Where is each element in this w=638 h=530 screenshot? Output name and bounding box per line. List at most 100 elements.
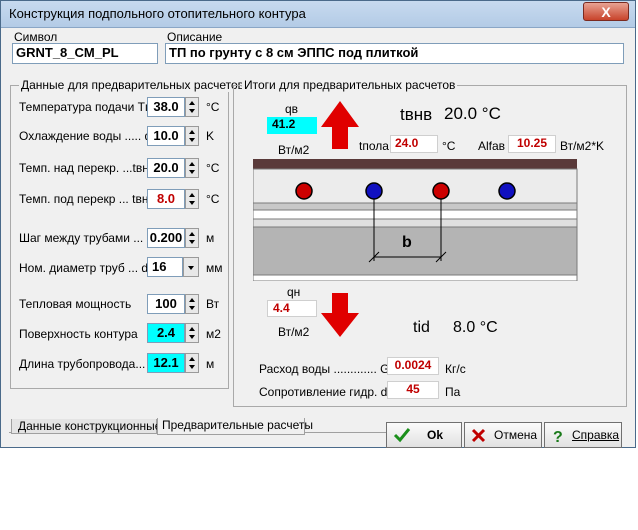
water-cooling-value[interactable]: 10.0 — [147, 126, 185, 146]
surface-unit: м2 — [206, 327, 221, 341]
spinner-arrows-icon[interactable] — [185, 228, 199, 248]
pipe-diameter-unit: мм — [206, 261, 223, 275]
heat-power-spinner[interactable]: 100 — [147, 294, 199, 314]
qv-value: 41.2 — [267, 117, 317, 134]
alfa-label: Alfaв — [478, 139, 506, 153]
tid-label: tid — [413, 319, 430, 336]
insulation-layer — [253, 226, 578, 276]
water-cooling-label: Охлаждение воды ..... dT — [19, 129, 159, 143]
ok-button[interactable]: Ok — [386, 422, 462, 448]
surface-label: Поверхность контура — [19, 327, 138, 341]
dialog-window: Конструкция подпольного отопительного ко… — [0, 0, 636, 448]
flow-unit: Кг/с — [445, 362, 466, 376]
pipe-return-icon — [498, 182, 516, 200]
pipe-length-label: Длина трубопровода... L — [19, 357, 156, 371]
help-icon: ? — [553, 429, 563, 445]
heat-down-arrow-icon — [321, 293, 359, 337]
resistance-unit: Па — [445, 385, 461, 399]
tpola-value: 24.0 — [390, 135, 438, 153]
supply-temp-spinner[interactable]: 38.0 — [147, 97, 199, 117]
spinner-arrows-icon[interactable] — [185, 294, 199, 314]
floor-section-diagram — [253, 159, 578, 281]
temp-below-spinner[interactable]: 8.0 — [147, 189, 199, 209]
supply-temp-unit: °C — [206, 100, 220, 114]
pipe-supply-icon — [432, 182, 450, 200]
water-cooling-unit: K — [206, 129, 215, 143]
spinner-arrows-icon[interactable] — [185, 353, 199, 373]
film-layer — [253, 209, 578, 220]
separation-layer — [253, 202, 578, 211]
results-group-title: Итоги для предварительных расчетов — [242, 78, 458, 92]
pipe-pitch-label: Шаг между трубами ... b — [19, 231, 154, 245]
heat-power-unit: Вт — [206, 297, 220, 311]
pipe-diameter-select[interactable]: 16 — [147, 257, 199, 277]
floor-covering-layer — [253, 159, 577, 169]
input-data-group-title: Данные для предварительных расчетов — [19, 78, 247, 92]
resistance-value: 45 — [387, 381, 439, 399]
ok-button-label: Ok — [427, 428, 444, 442]
water-cooling-spinner[interactable]: 10.0 — [147, 126, 199, 146]
spinner-arrows-icon[interactable] — [185, 323, 199, 343]
qn-label: qн — [287, 285, 301, 299]
symbol-field[interactable]: GRNT_8_CM_PL — [12, 43, 158, 64]
symbol-label: Символ — [14, 30, 58, 44]
dropdown-arrow-icon[interactable] — [183, 257, 199, 277]
temp-below-label: Темп. под перекр ... tвнн — [19, 192, 156, 206]
spinner-arrows-icon[interactable] — [185, 126, 199, 146]
cross-icon — [471, 428, 486, 443]
cancel-button[interactable]: Отмена — [464, 422, 542, 448]
pitch-b-label: b — [402, 234, 412, 251]
tid-value: 8.0 °C — [453, 319, 498, 336]
temp-above-unit: °C — [206, 161, 220, 175]
tab-construction-data[interactable]: Данные конструкционные — [11, 419, 161, 434]
supply-temp-value[interactable]: 38.0 — [147, 97, 185, 117]
tab-preliminary-calc[interactable]: Предварительные расчеты — [157, 418, 313, 435]
tvnv-value: 20.0 °C — [444, 104, 501, 123]
supply-temp-label: Температура подачи Tп — [19, 100, 152, 114]
pipe-pitch-spinner[interactable]: 0.200 — [147, 228, 199, 248]
temp-below-unit: °C — [206, 192, 220, 206]
qv-unit: Вт/м2 — [278, 143, 310, 157]
svg-text:?: ? — [553, 429, 563, 445]
surface-value[interactable]: 2.4 — [147, 323, 185, 343]
heat-up-arrow-icon — [321, 101, 359, 149]
pipe-length-unit: м — [206, 357, 215, 371]
insulation-top-layer — [253, 218, 578, 228]
help-button[interactable]: ? Справка — [544, 422, 622, 448]
title-bar[interactable]: Конструкция подпольного отопительного ко… — [1, 1, 635, 28]
tpola-label: tпола — [359, 139, 389, 153]
tvnv-label: tвнв — [400, 105, 433, 124]
temp-above-value[interactable]: 20.0 — [147, 158, 185, 178]
pipe-length-value[interactable]: 12.1 — [147, 353, 185, 373]
tpola-unit: °C — [442, 139, 456, 153]
base-layer — [253, 274, 578, 281]
flow-label: Расход воды ............. G — [259, 362, 390, 376]
pipe-supply-icon — [295, 182, 313, 200]
temp-above-label: Темп. над перекр. ...tвнв — [19, 161, 156, 175]
pipe-length-spinner[interactable]: 12.1 — [147, 353, 199, 373]
temp-below-value[interactable]: 8.0 — [147, 189, 185, 209]
spinner-arrows-icon[interactable] — [185, 97, 199, 117]
surface-spinner[interactable]: 2.4 — [147, 323, 199, 343]
qv-label: qв — [285, 102, 299, 116]
resistance-label: Сопротивление гидр. dP — [259, 385, 396, 399]
heat-power-label: Тепловая мощность — [19, 297, 132, 311]
pipe-pitch-value[interactable]: 0.200 — [147, 228, 185, 248]
window-title: Конструкция подпольного отопительного ко… — [9, 6, 306, 21]
alfa-value: 10.25 — [508, 135, 556, 153]
pipe-diameter-value[interactable]: 16 — [147, 257, 183, 277]
close-button[interactable]: X — [583, 2, 629, 21]
qn-unit: Вт/м2 — [278, 325, 310, 339]
description-field[interactable]: ТП по грунту с 8 см ЭППС под плиткой — [165, 43, 624, 64]
alfa-unit: Вт/м2*K — [560, 139, 605, 153]
heat-power-value[interactable]: 100 — [147, 294, 185, 314]
cancel-button-label: Отмена — [494, 428, 538, 442]
pipe-pitch-unit: м — [206, 231, 215, 245]
pipe-return-icon — [365, 182, 383, 200]
spinner-arrows-icon[interactable] — [185, 158, 199, 178]
qn-value: 4.4 — [267, 300, 317, 317]
pipe-diameter-label: Ном. диаметр труб ... dn — [19, 261, 155, 275]
spinner-arrows-icon[interactable] — [185, 189, 199, 209]
check-icon — [393, 428, 411, 443]
temp-above-spinner[interactable]: 20.0 — [147, 158, 199, 178]
